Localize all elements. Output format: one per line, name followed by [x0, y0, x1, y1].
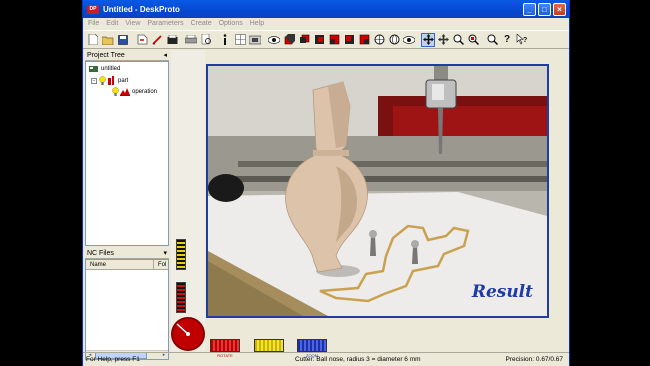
box6-icon[interactable]	[357, 33, 371, 47]
lightbulb-icon[interactable]	[112, 87, 119, 96]
result-photo	[208, 66, 547, 316]
tree-item-operation[interactable]: operation	[112, 87, 157, 96]
project-tree: untitled − part operation	[85, 61, 169, 246]
layers-icon[interactable]	[248, 33, 262, 47]
save-nc-icon[interactable]	[165, 33, 179, 47]
menu-view[interactable]: View	[125, 20, 140, 27]
app-window: DP Untitled - DeskProto _ □ × File Edit …	[82, 0, 570, 366]
nc-files-table: Name Fol ◂ ▸	[85, 259, 169, 360]
close-button[interactable]: ×	[553, 2, 566, 16]
yellow-slider-indicator[interactable]	[176, 239, 186, 270]
title-bar[interactable]: DP Untitled - DeskProto _ □ ×	[83, 0, 569, 18]
help-icon[interactable]: ?	[500, 33, 514, 47]
part-icon	[108, 76, 114, 85]
open-icon[interactable]	[101, 33, 115, 47]
operation-icon	[120, 88, 130, 96]
nc-files-title: NC Files	[87, 249, 114, 257]
status-precision-text: Precision: 0.67/0.67	[505, 356, 563, 363]
lightbulb-icon[interactable]	[99, 76, 106, 85]
rotate-button[interactable]	[210, 339, 240, 352]
tree-item-part[interactable]: − part	[91, 76, 128, 85]
red-slider-indicator[interactable]	[176, 282, 186, 313]
tree-item-label: operation	[132, 88, 158, 95]
dial-needle-icon	[176, 323, 190, 336]
tree-item-label: untitled	[101, 66, 121, 72]
column-folder[interactable]: Fol	[154, 260, 166, 269]
zoom-button[interactable]	[297, 339, 327, 352]
pan-icon[interactable]	[436, 33, 450, 47]
sphere-icon[interactable]	[372, 33, 386, 47]
tree-item-label: part	[118, 77, 129, 84]
move-icon[interactable]	[421, 32, 435, 47]
project-tree-header: Project Tree ◂	[85, 50, 169, 61]
nc-files-dropdown-button[interactable]: ▾	[163, 249, 167, 257]
menu-bar: File Edit View Parameters Create Options…	[83, 18, 569, 29]
status-help-text: For Help, press F1	[86, 356, 140, 363]
menu-file[interactable]: File	[88, 20, 99, 27]
new-icon[interactable]	[86, 33, 100, 47]
project-icon	[89, 66, 98, 72]
minimize-button[interactable]: _	[523, 2, 536, 16]
print-icon[interactable]	[184, 33, 198, 47]
3d-viewport[interactable]: Result	[206, 64, 549, 318]
mid-view-button[interactable]	[254, 339, 284, 352]
box-icon[interactable]	[282, 33, 296, 47]
menu-edit[interactable]: Edit	[106, 20, 118, 27]
zoom-window-icon[interactable]	[466, 33, 480, 47]
zoom-fit-icon[interactable]	[485, 33, 499, 47]
main-toolbar: ? ?	[83, 30, 569, 49]
app-logo-icon: DP	[87, 4, 99, 14]
rotate-dial[interactable]	[171, 317, 205, 351]
view-icon[interactable]	[267, 33, 281, 47]
print-preview-icon[interactable]	[199, 33, 213, 47]
box5-icon[interactable]	[342, 33, 356, 47]
column-name[interactable]: Name	[86, 260, 154, 269]
box3-icon[interactable]	[312, 33, 326, 47]
save-icon[interactable]	[116, 33, 130, 47]
status-cutter-text: Cutter: Ball nose, radius 3 = diameter 6…	[295, 356, 421, 363]
grid-icon[interactable]	[233, 33, 247, 47]
menu-create[interactable]: Create	[191, 20, 212, 27]
sphere2-icon[interactable]	[387, 33, 401, 47]
nc-files-column-headers: Name Fol	[86, 260, 168, 270]
result-caption: Result	[471, 282, 533, 302]
whats-this-icon[interactable]: ?	[515, 33, 529, 47]
menu-help[interactable]: Help	[250, 20, 264, 27]
edit-icon[interactable]	[150, 33, 164, 47]
maximize-button[interactable]: □	[538, 2, 551, 16]
left-panel: Project Tree ◂ untitled − part operation…	[85, 50, 169, 360]
eye-icon[interactable]	[402, 33, 416, 47]
info-icon[interactable]	[218, 33, 232, 47]
expand-toggle-icon[interactable]: −	[91, 77, 97, 84]
project-tree-title: Project Tree	[87, 51, 125, 59]
nc-files-header: NC Files ▾	[85, 248, 169, 259]
box2-icon[interactable]	[297, 33, 311, 47]
svg-text:?: ?	[523, 37, 527, 44]
menu-options[interactable]: Options	[219, 20, 243, 27]
project-tree-collapse-button[interactable]: ◂	[163, 51, 167, 59]
status-bar: For Help, press F1 Cutter: Ball nose, ra…	[83, 352, 569, 366]
tree-item-untitled[interactable]: untitled	[89, 65, 120, 73]
zoom-icon[interactable]	[451, 33, 465, 47]
box4-icon[interactable]	[327, 33, 341, 47]
window-title: Untitled - DeskProto	[103, 4, 180, 14]
menu-parameters[interactable]: Parameters	[147, 20, 183, 27]
import-icon[interactable]	[135, 33, 149, 47]
